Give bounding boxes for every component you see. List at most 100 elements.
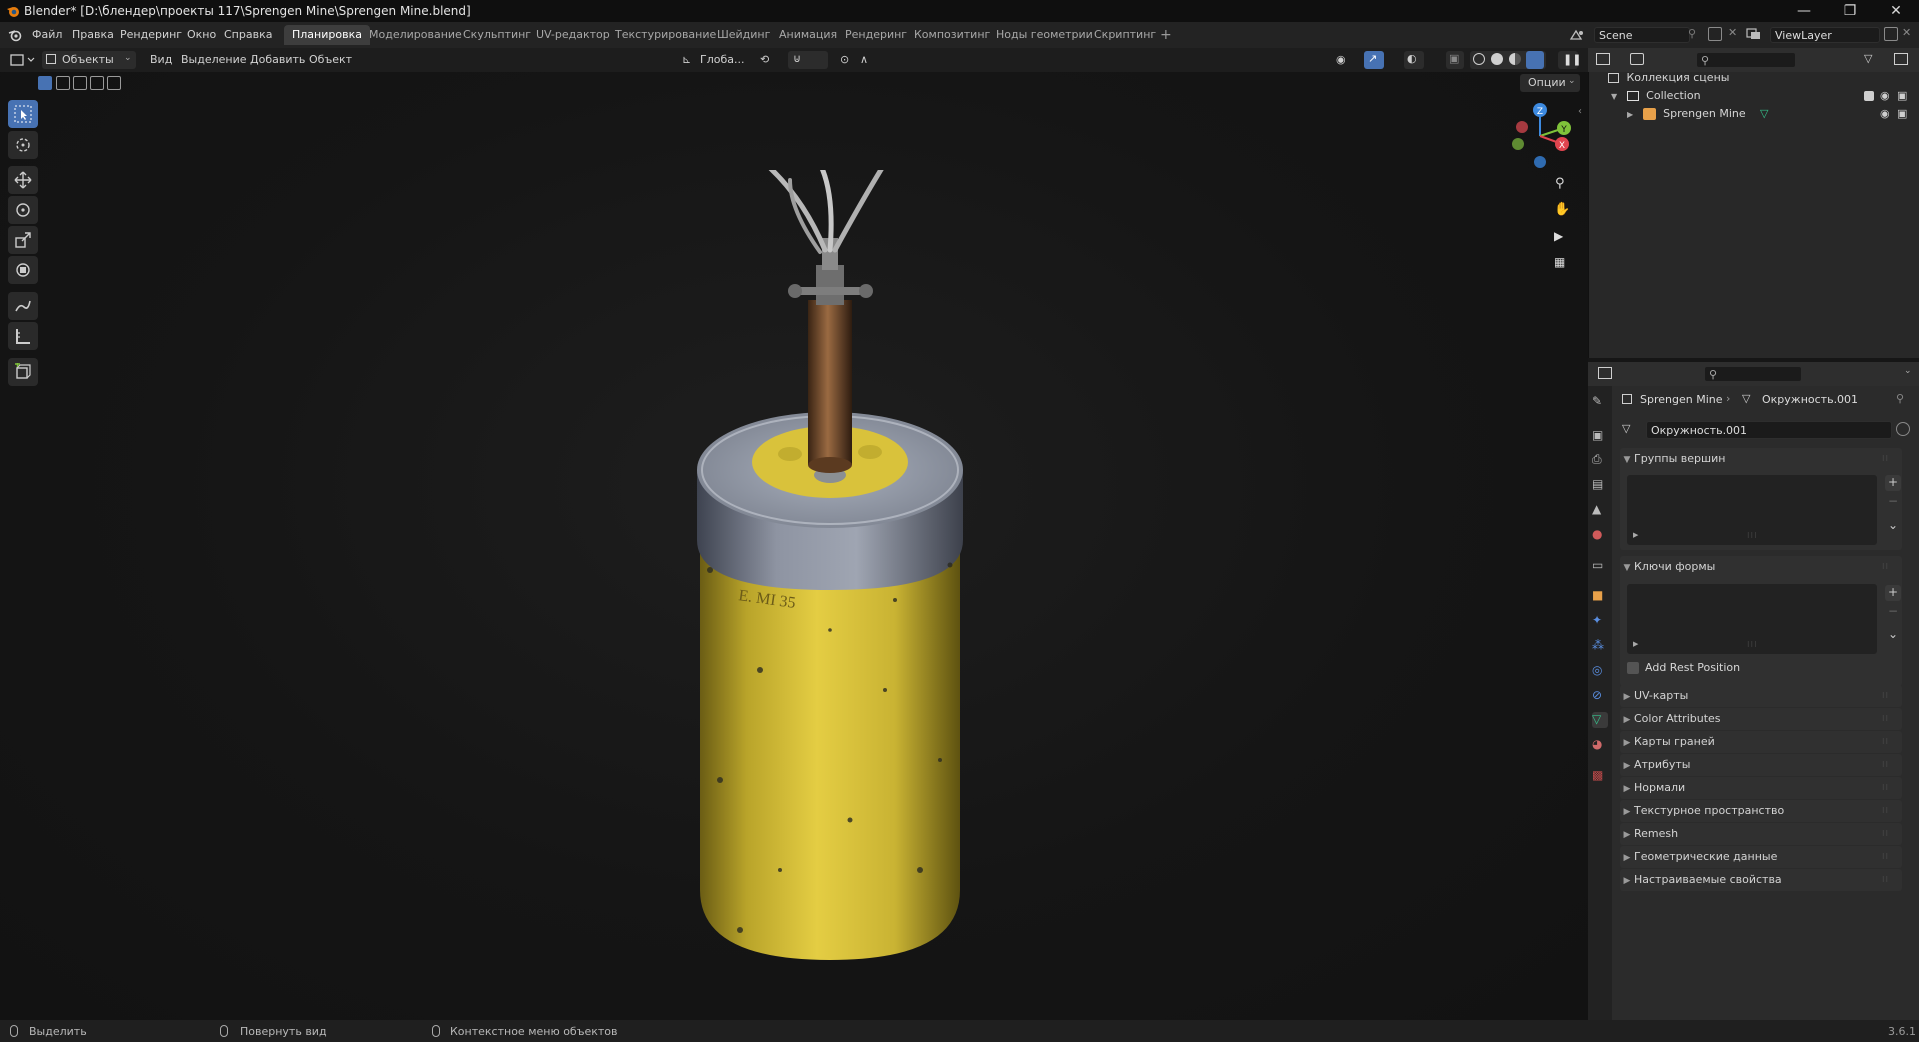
menu-object[interactable]: Объект [309,53,352,66]
mesh-data-browse-icon[interactable]: ▽ [1622,422,1630,435]
tab-tool[interactable]: ✎ [1592,394,1608,410]
menu-render[interactable]: Рендеринг [120,28,182,41]
tab-object[interactable]: ■ [1592,588,1608,604]
list-resize-handle[interactable]: ⁝⁝⁝ [1747,531,1758,540]
shape-key-specials-button[interactable]: ⌄ [1885,627,1901,643]
tab-modifiers[interactable]: ✦ [1592,613,1608,629]
custom-properties-panel[interactable]: ▶ Настраиваемые свойства ⁝⁝ [1620,869,1902,891]
outliner-row-object[interactable]: ▶ Sprengen Mine ▽ ◉ ▣ [1627,105,1911,123]
eye-icon[interactable]: ◉ [1880,87,1890,105]
tab-compositing[interactable]: Композитинг [906,25,998,45]
restore-button[interactable]: ❐ [1827,0,1873,22]
tab-shading[interactable]: Шейдинг [709,25,778,45]
measure-tool[interactable] [8,322,38,350]
overlays-toggle[interactable]: ◐ [1404,51,1424,69]
add-rest-position-row[interactable]: Add Rest Position [1627,660,1827,676]
perspective-toggle-button[interactable]: ▦ [1549,252,1573,276]
vertex-groups-header[interactable]: ▼ Группы вершин ⁝⁝ [1620,448,1902,470]
shape-keys-header[interactable]: ▼ Ключи формы ⁝⁝ [1620,556,1902,578]
properties-search-input[interactable]: ⚲ [1704,366,1802,382]
fake-user-icon[interactable] [1896,422,1910,436]
mesh-name-field[interactable]: Окружность.001 [1646,421,1892,439]
face-maps-panel[interactable]: ▶ Карты граней ⁝⁝ [1620,731,1902,753]
drag-handle-icon[interactable]: ⁝⁝ [1882,869,1889,891]
tab-output[interactable]: ⎙ [1592,452,1608,468]
scale-tool[interactable] [8,226,38,254]
move-tool[interactable] [8,166,38,194]
add-workspace-button[interactable]: + [1152,25,1180,45]
color-attributes-panel[interactable]: ▶ Color Attributes ⁝⁝ [1620,708,1902,730]
tab-material[interactable]: ◕ [1592,737,1608,753]
mesh-data-icon[interactable]: ▽ [1760,105,1768,123]
new-view-layer-icon[interactable] [1884,27,1898,41]
geometry-data-panel[interactable]: ▶ Геометрические данные ⁝⁝ [1620,846,1902,868]
drag-handle-icon[interactable]: ⁝⁝ [1882,754,1889,776]
close-button[interactable]: ✕ [1873,0,1919,22]
snap-toggle[interactable]: ⊍ [788,51,828,69]
texture-space-panel[interactable]: ▶ Текстурное пространство ⁝⁝ [1620,800,1902,822]
tab-particles[interactable]: ⁂ [1592,638,1608,654]
pin-icon[interactable]: ⚲ [1896,392,1904,405]
delete-scene-icon[interactable]: ✕ [1728,26,1737,39]
new-scene-icon[interactable] [1708,27,1722,41]
list-filter-toggle-icon[interactable]: ▶ [1633,640,1638,648]
visibility-icon[interactable]: ◉ [1336,53,1346,66]
expand-arrow-icon[interactable]: ▼ [1611,92,1617,101]
pan-view-button[interactable]: ✋ [1549,199,1573,223]
collapse-sidebar-icon[interactable]: ‹ [1578,106,1582,117]
select-box-tool[interactable] [8,100,38,128]
drag-handle-icon[interactable]: ⁝⁝ [1882,708,1889,730]
annotate-tool[interactable] [8,292,38,320]
pin-scene-icon[interactable]: ⚲ [1688,27,1696,40]
filter-icon[interactable]: ▽ [1864,52,1872,65]
attributes-panel[interactable]: ▶ Атрибуты ⁝⁝ [1620,754,1902,776]
select-extend-icon[interactable] [56,76,70,90]
tab-uv-editing[interactable]: UV-редактор [528,25,618,45]
tab-texture[interactable]: ▩ [1592,768,1608,784]
sprengen-mine-model[interactable]: E. MI 35 [640,170,1020,970]
scene-name-field[interactable]: Scene [1594,27,1690,43]
drag-handle-icon[interactable]: ⁝⁝ [1882,448,1889,470]
menu-help[interactable]: Справка [224,28,272,41]
select-intersect-icon[interactable] [107,76,121,90]
material-shading-icon[interactable] [1509,53,1521,65]
tab-world[interactable]: ● [1592,527,1608,543]
options-dropdown[interactable]: Опции ⌄ [1520,74,1580,92]
vertex-groups-list[interactable]: ▶ ⁝⁝⁝ [1627,475,1877,545]
menu-add[interactable]: Добавить [250,53,305,66]
camera-view-button[interactable]: ▶ [1549,225,1573,249]
tab-collection[interactable]: ▭ [1592,558,1608,574]
drag-handle-icon[interactable]: ⁝⁝ [1882,731,1889,753]
camera-render-icon[interactable]: ▣ [1897,105,1907,123]
menu-file[interactable]: Файл [32,28,62,41]
tab-layout[interactable]: Планировка [284,25,370,45]
minimize-button[interactable]: — [1781,0,1827,22]
zoom-view-button[interactable]: ⚲ [1549,173,1573,197]
editor-type-icon[interactable] [10,53,36,67]
cursor-tool[interactable] [8,131,38,159]
tab-sculpting[interactable]: Скульптинг [455,25,539,45]
camera-render-icon[interactable]: ▣ [1897,87,1907,105]
menu-edit[interactable]: Правка [72,28,114,41]
rotate-tool[interactable] [8,196,38,224]
view-layer-field[interactable]: ViewLayer [1770,27,1880,43]
tab-physics[interactable]: ◎ [1592,663,1608,679]
drag-handle-icon[interactable]: ⁝⁝ [1882,823,1889,845]
navigation-gizmo[interactable]: Z Y X [1506,100,1574,170]
new-collection-icon[interactable] [1894,53,1908,65]
eye-icon[interactable]: ◉ [1880,105,1890,123]
select-subtract-icon[interactable] [73,76,87,90]
delete-view-layer-icon[interactable]: ✕ [1902,26,1911,39]
menu-view[interactable]: Вид [150,53,172,66]
pivot-point-icon[interactable]: ⟲ [760,53,769,66]
add-cube-tool[interactable] [8,358,38,386]
list-resize-handle[interactable]: ⁝⁝⁝ [1747,640,1758,649]
remove-shape-key-button[interactable]: − [1885,604,1901,620]
view-layer-icon[interactable] [1746,27,1762,41]
select-new-icon[interactable] [38,76,52,90]
menu-select[interactable]: Выделение [181,53,247,66]
add-rest-position-checkbox[interactable] [1627,662,1639,674]
drag-handle-icon[interactable]: ⁝⁝ [1882,846,1889,868]
tab-rendering[interactable]: Рендеринг [837,25,915,45]
shading-switcher[interactable] [1470,51,1546,69]
